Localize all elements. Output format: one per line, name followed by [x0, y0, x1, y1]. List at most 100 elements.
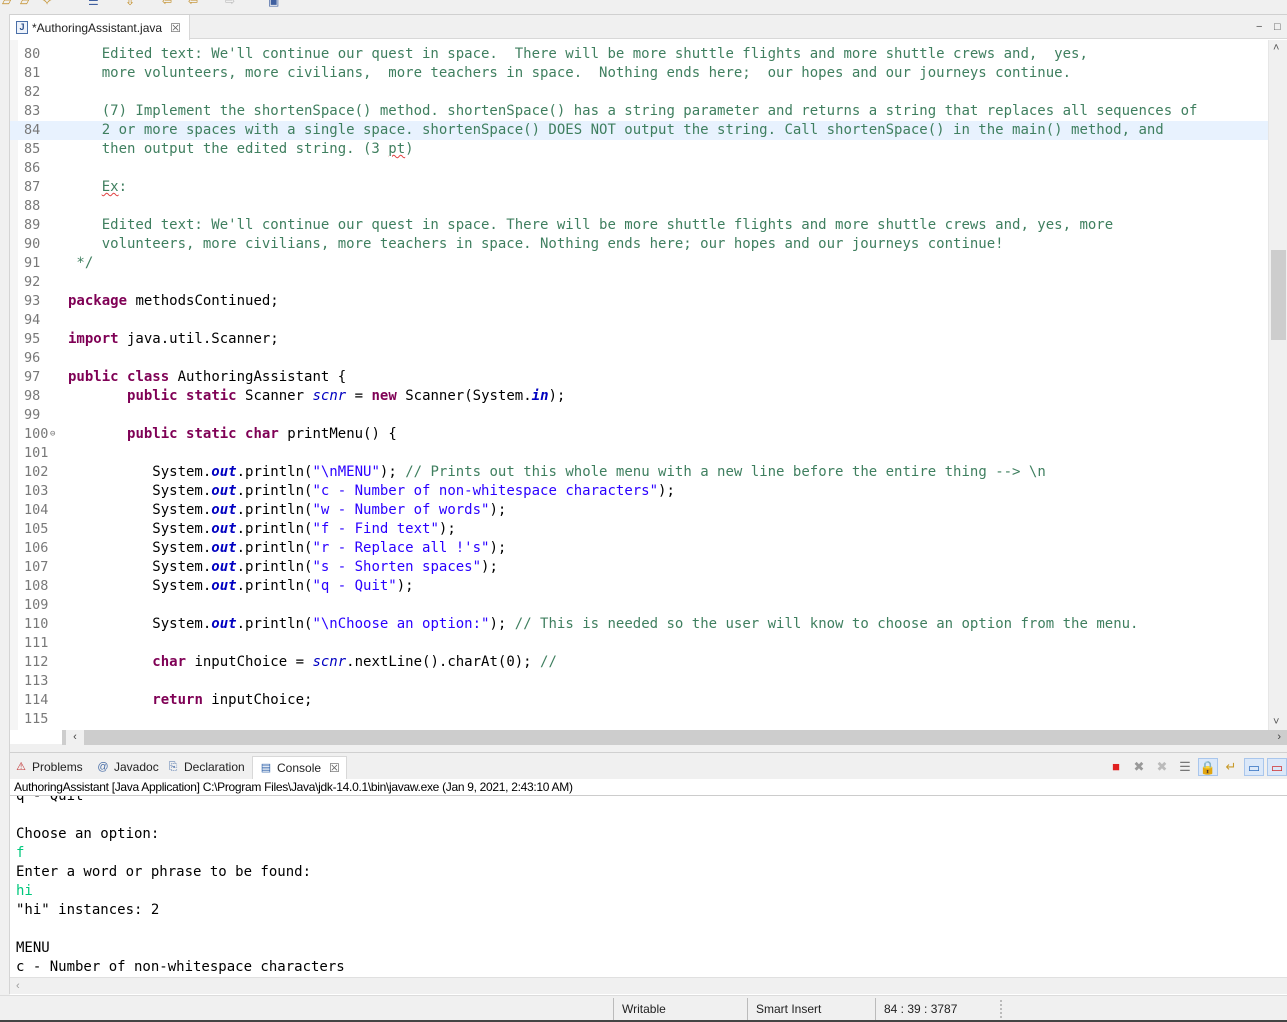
code-line[interactable]: 112 char inputChoice = scnr.nextLine().c…	[10, 653, 1268, 672]
keyword-token: class	[127, 369, 170, 385]
code-line[interactable]: 80 Edited text: We'll continue our quest…	[10, 45, 1268, 64]
editor-tab[interactable]: J *AuthoringAssistant.java ☒	[10, 15, 190, 40]
maximize-icon[interactable]: □	[1274, 21, 1281, 33]
code-line[interactable]: 108 System.out.println("q - Quit");	[10, 577, 1268, 596]
tab-javadoc-label: Javadoc	[114, 760, 159, 774]
task-icon[interactable]: ☰	[88, 0, 104, 8]
forward-icon[interactable]: ⇦	[188, 0, 204, 8]
clear-console-icon[interactable]: ☰	[1175, 758, 1195, 776]
line-number: 109	[24, 597, 49, 613]
code-line[interactable]: 113	[10, 672, 1268, 691]
editor-vertical-scrollbar[interactable]: ˄ ˅	[1268, 40, 1287, 730]
code-line[interactable]: 83 (7) Implement the shortenSpace() meth…	[10, 102, 1268, 121]
folder-icon[interactable]: ▱	[20, 0, 36, 8]
tab-problems[interactable]: ⚠ Problems	[14, 757, 83, 777]
code-line[interactable]: 101	[10, 444, 1268, 463]
code-line[interactable]: 82	[10, 83, 1268, 102]
show-on-stderr-icon[interactable]: ▭	[1267, 758, 1287, 776]
scroll-up-icon[interactable]: ˄	[1273, 42, 1279, 54]
code-line[interactable]: 99	[10, 406, 1268, 425]
scroll-down-icon[interactable]: ˅	[1273, 716, 1279, 728]
code-line[interactable]: 95 import java.util.Scanner;	[10, 330, 1268, 349]
scroll-right-icon[interactable]: ›	[1277, 730, 1281, 745]
code-token: out	[211, 559, 237, 575]
code-token: System.	[68, 540, 212, 556]
code-line[interactable]: 86	[10, 159, 1268, 178]
remove-all-terminated-icon[interactable]: ✖	[1152, 758, 1172, 776]
code-line[interactable]: 105 System.out.println("f - Find text");	[10, 520, 1268, 539]
pin-icon[interactable]: ⇨	[225, 0, 241, 8]
code-line[interactable]: 110 System.out.println("\nChoose an opti…	[10, 615, 1268, 634]
code-lines: 7980 Edited text: We'll continue our que…	[10, 40, 1268, 729]
code-line[interactable]: 87 Ex:	[10, 178, 1268, 197]
console-output[interactable]: q - Quit Choose an option: f Enter a word o…	[10, 796, 1287, 976]
window-icon[interactable]: ▣	[268, 0, 284, 8]
tab-javadoc[interactable]: @ Javadoc	[96, 757, 159, 777]
show-on-stdout-icon[interactable]: ▭	[1244, 758, 1264, 776]
code-line[interactable]: 111	[10, 634, 1268, 653]
wand-icon[interactable]: ✧	[42, 0, 58, 8]
code-line[interactable]: 92	[10, 273, 1268, 292]
scroll-left-icon[interactable]: ‹	[66, 730, 84, 745]
scroll-lock-icon[interactable]: 🔒	[1198, 758, 1218, 776]
code-line[interactable]: 88	[10, 197, 1268, 216]
code-line[interactable]: 93 package methodsContinued;	[10, 292, 1268, 311]
editor-vertical-scroll-thumb[interactable]	[1271, 250, 1286, 340]
comment-token: Edited text: We'll continue our quest in…	[68, 217, 1114, 233]
next-annotation-icon[interactable]: ⇩	[125, 0, 141, 8]
code-line[interactable]: 115	[10, 710, 1268, 729]
code-token: System.	[68, 464, 212, 480]
line-number: 95	[24, 331, 41, 347]
code-line[interactable]: 97 public class AuthoringAssistant {	[10, 368, 1268, 387]
line-number: 110	[24, 616, 49, 632]
code-editor[interactable]: 7980 Edited text: We'll continue our que…	[10, 40, 1268, 730]
keyword-token: static	[186, 388, 237, 404]
code-line[interactable]: 98 public static Scanner scnr = new Scan…	[10, 387, 1268, 406]
code-line[interactable]: 106 System.out.println("r - Replace all …	[10, 539, 1268, 558]
code-line[interactable]: 114 return inputChoice;	[10, 691, 1268, 710]
editor-horizontal-scrollbar[interactable]: ‹ ›	[62, 730, 1287, 745]
terminate-icon[interactable]: ■	[1106, 758, 1126, 776]
javadoc-icon: @	[97, 761, 109, 773]
remove-launch-icon[interactable]: ✖	[1129, 758, 1149, 776]
console-scroll-left-icon[interactable]: ‹	[16, 978, 20, 995]
line-number: 111	[24, 635, 49, 651]
tab-console[interactable]: ▤ Console ☒	[252, 756, 347, 779]
open-folder-icon[interactable]: ▱	[2, 0, 18, 8]
code-line[interactable]: 102 System.out.println("\nMENU"); // Pri…	[10, 463, 1268, 482]
code-line[interactable]: 84 2 or more spaces with a single space.…	[10, 121, 1268, 140]
word-wrap-icon[interactable]: ↵	[1221, 758, 1241, 776]
console-user-input: hi	[16, 883, 33, 899]
code-line[interactable]: 100 ⊖ public static char printMenu() {	[10, 425, 1268, 444]
code-text: System.out.println("r - Replace all !'s"…	[68, 539, 506, 558]
code-line[interactable]: 90 volunteers, more civilians, more teac…	[10, 235, 1268, 254]
code-line[interactable]: 81 more volunteers, more civilians, more…	[10, 64, 1268, 83]
keyword-token: new	[371, 388, 397, 404]
console-horizontal-scrollbar[interactable]: ‹	[10, 977, 1287, 994]
comment-token: :	[118, 179, 128, 195]
string-token: "q - Quit"	[312, 578, 397, 594]
code-line[interactable]: 103 System.out.println("c - Number of no…	[10, 482, 1268, 501]
keyword-token: return	[152, 692, 203, 708]
minimize-icon[interactable]: −	[1256, 21, 1262, 33]
code-line[interactable]: 109	[10, 596, 1268, 615]
close-tab-icon[interactable]: ☒	[170, 21, 181, 35]
code-line[interactable]: 85 then output the edited string. (3 pt)	[10, 140, 1268, 159]
close-console-icon[interactable]: ☒	[329, 761, 340, 775]
code-line[interactable]: 96	[10, 349, 1268, 368]
code-token: scnr	[312, 654, 347, 670]
code-text: System.out.println("c - Number of non-wh…	[68, 482, 675, 501]
code-line[interactable]: 91 */	[10, 254, 1268, 273]
code-line[interactable]: 107 System.out.println("s - Shorten spac…	[10, 558, 1268, 577]
code-line[interactable]: 104 System.out.println("w - Number of wo…	[10, 501, 1268, 520]
code-line[interactable]: 89 Edited text: We'll continue our quest…	[10, 216, 1268, 235]
console-toolbar: ■ ✖ ✖ ☰ 🔒 ↵ ▭ ▭	[1103, 757, 1287, 777]
code-token: );	[489, 616, 515, 632]
line-number: 94	[24, 312, 41, 328]
code-line[interactable]: 94	[10, 311, 1268, 330]
fold-collapse-icon[interactable]: ⊖	[50, 425, 55, 444]
tab-declaration[interactable]: ⎘ Declaration	[166, 757, 245, 777]
back-icon[interactable]: ⇦	[162, 0, 178, 8]
